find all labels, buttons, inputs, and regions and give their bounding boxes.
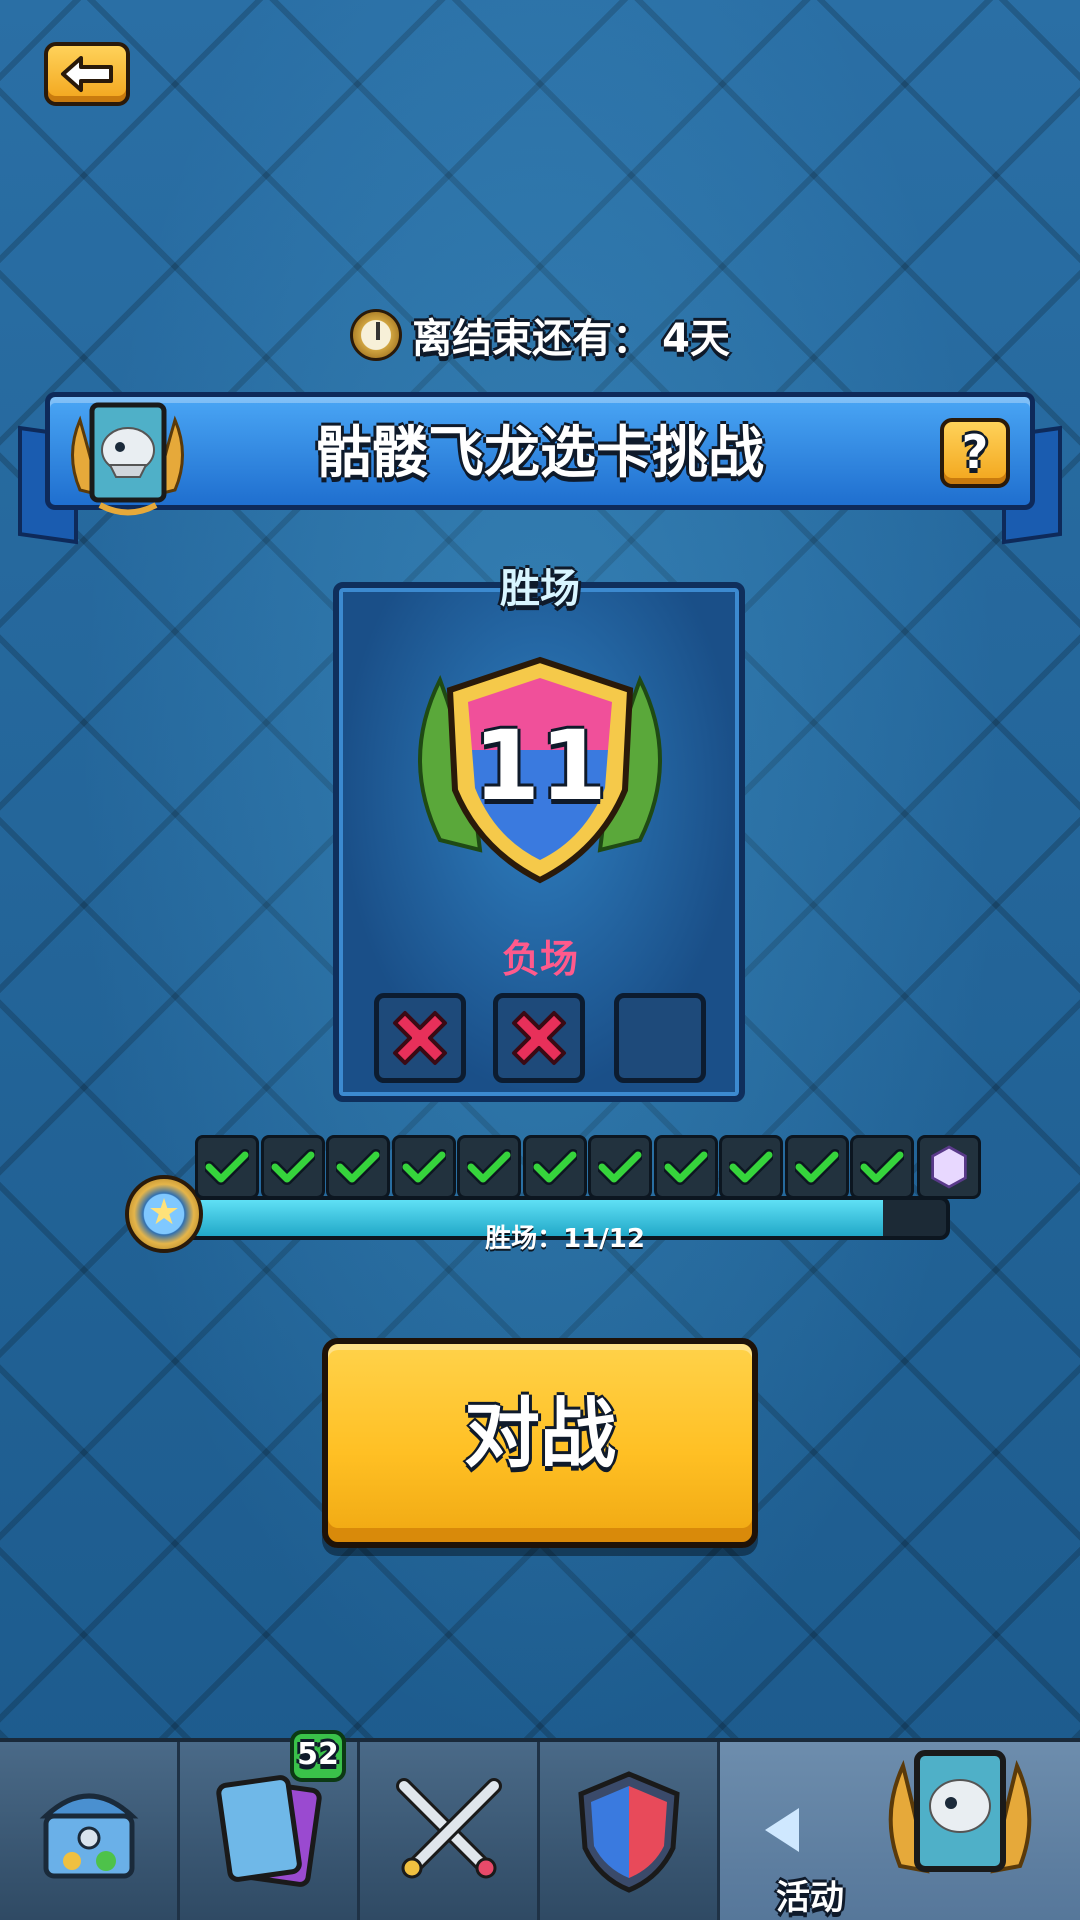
green-check-icon [729,1149,773,1185]
battle-button[interactable]: 对战 [322,1338,758,1548]
green-check-icon [663,1149,708,1185]
win-check-cell [719,1135,783,1199]
green-check-icon [860,1149,904,1185]
crystal-gem-icon [931,1145,967,1189]
time-remaining-value: 4天 [662,316,730,362]
loss-slot-empty [614,993,706,1083]
green-check-icon [336,1149,380,1185]
loss-slot-filled [493,993,585,1083]
skeleton-dragon-badge-icon [71,402,184,516]
time-remaining: 离结束还有： 4天 [0,305,1080,365]
cards-icon [215,1775,322,1887]
back-arrow-icon [61,56,113,92]
bottom-nav [0,1738,1080,1920]
green-check-icon [532,1149,577,1185]
green-check-icon [401,1149,446,1185]
star-medal-icon: ★ [125,1175,203,1253]
win-check-cell [326,1135,390,1199]
wins-label: 胜场 [500,566,580,612]
red-x-icon [512,1011,566,1065]
win-check-cell [457,1135,521,1199]
green-check-icon [205,1149,249,1185]
win-check-cell [260,1135,325,1199]
win-check-cell [195,1135,259,1199]
nav-item-events-label: 活动 [776,1878,844,1918]
win-check-cell [391,1135,456,1199]
losses-label: 负场 [501,937,578,981]
clan-wars-icon [577,1771,680,1893]
skeleton-dragon-event-icon [888,1750,1032,1874]
help-icon: ? [961,425,989,479]
nav-item-clan[interactable] [540,1742,720,1920]
red-x-icon [393,1011,447,1065]
help-button[interactable]: ? [940,418,1010,488]
win-check-cell [784,1135,849,1199]
chest-icon [39,1793,138,1879]
back-button[interactable] [44,42,130,106]
cards-count-badge: 52 [290,1730,346,1782]
nav-item-shop[interactable] [0,1742,180,1920]
green-check-icon [270,1149,315,1185]
reward-gem-cell [917,1135,981,1199]
time-remaining-label: 离结束还有： [412,316,653,362]
nav-collapse-arrow-icon[interactable] [765,1808,799,1852]
green-check-icon [794,1149,839,1185]
loss-slot-filled [374,993,466,1083]
green-check-icon [598,1149,642,1185]
crossed-swords-icon [395,1778,502,1879]
win-progress-label: 胜场：11/12 [485,1224,645,1254]
win-check-cell [653,1135,718,1199]
win-check-cell [588,1135,652,1199]
stopwatch-icon [350,309,403,361]
nav-item-battle[interactable] [360,1742,540,1920]
win-check-cell [850,1135,914,1199]
win-check-cell [522,1135,587,1199]
green-check-icon [467,1149,511,1185]
wins-count: 11 [473,710,607,822]
